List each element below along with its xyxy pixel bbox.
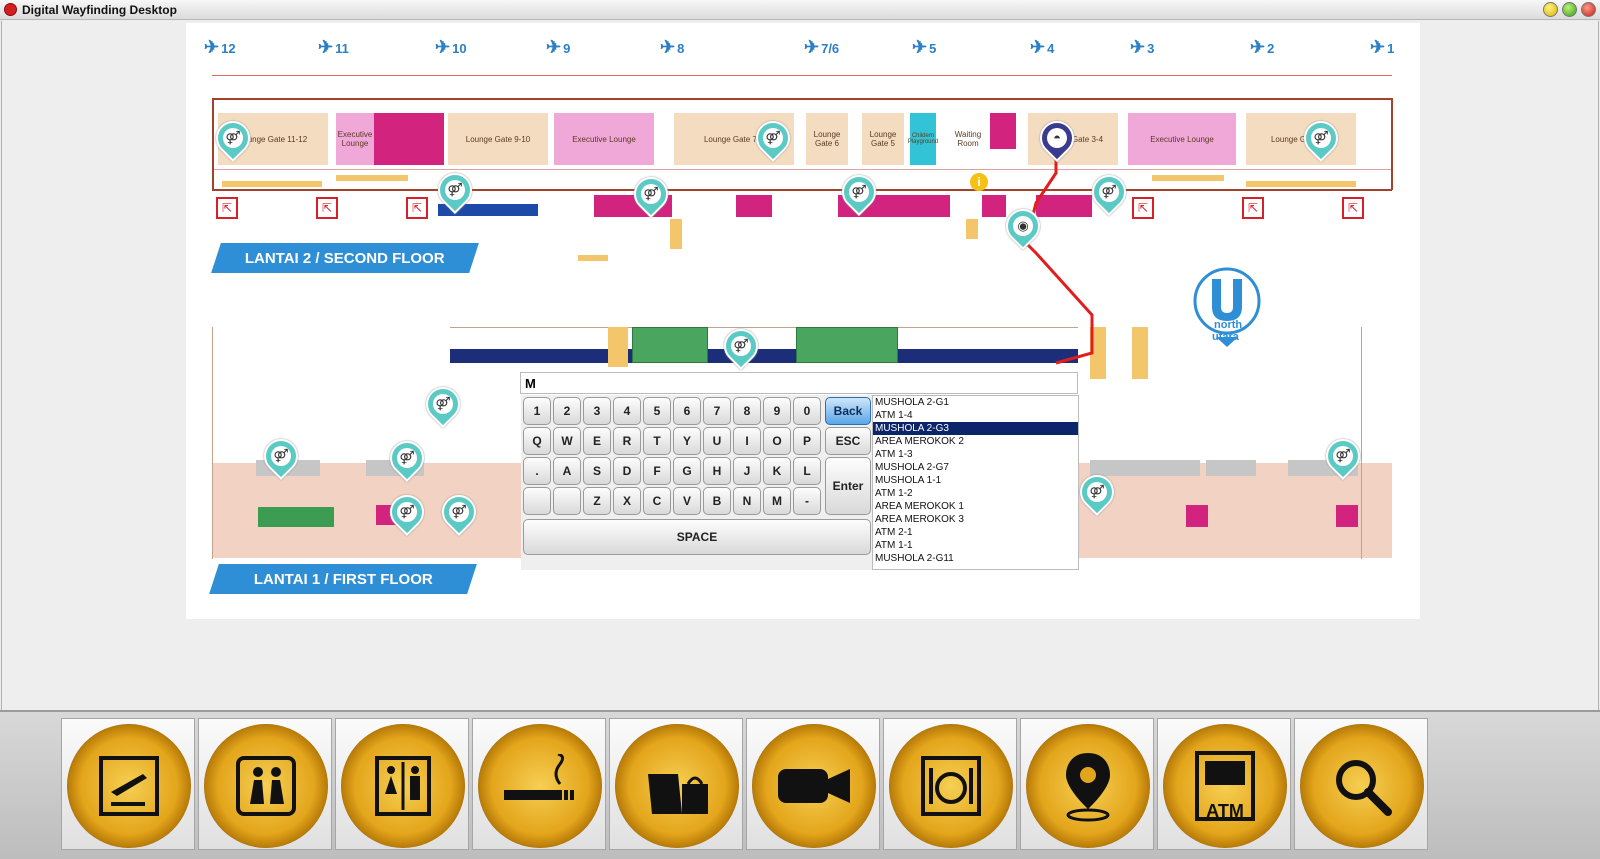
prayer-room-icon (204, 724, 328, 848)
back-key[interactable]: Back (825, 397, 871, 425)
list-item[interactable]: ATM 2-1 (873, 526, 1078, 539)
key[interactable]: 4 (613, 397, 641, 425)
key[interactable]: T (643, 427, 671, 455)
key[interactable]: P (793, 427, 821, 455)
key[interactable]: 2 (553, 397, 581, 425)
cctv-button[interactable] (746, 718, 880, 850)
key[interactable]: X (613, 487, 641, 515)
enter-key[interactable]: Enter (825, 457, 871, 515)
key[interactable]: U (703, 427, 731, 455)
key[interactable]: Q (523, 427, 551, 455)
list-item[interactable]: MUSHOLA 2-G7 (873, 461, 1078, 474)
shopping-icon (615, 724, 739, 848)
key[interactable]: 0 (793, 397, 821, 425)
key[interactable]: G (673, 457, 701, 485)
info-icon[interactable]: i (970, 173, 988, 191)
list-item[interactable]: ATM 1-4 (873, 409, 1078, 422)
list-item[interactable]: MUSHOLA 1-1 (873, 474, 1078, 487)
prayer-room-button[interactable] (198, 718, 332, 850)
list-item[interactable]: MUSHOLA 2-G11 (873, 552, 1078, 565)
close-button[interactable] (1581, 2, 1596, 17)
location-pin-icon (1026, 724, 1150, 848)
list-item[interactable]: AREA MEROKOK 2 (873, 435, 1078, 448)
logo-text: north (1214, 319, 1243, 331)
shopping-button[interactable] (609, 718, 743, 850)
key[interactable]: Y (673, 427, 701, 455)
key[interactable]: 9 (763, 397, 791, 425)
restaurant-button[interactable] (883, 718, 1017, 850)
title-bar: Digital Wayfinding Desktop (0, 0, 1600, 20)
smoking-area-button[interactable] (472, 718, 606, 850)
key[interactable]: A (553, 457, 581, 485)
key[interactable]: E (583, 427, 611, 455)
key[interactable]: I (733, 427, 761, 455)
key[interactable]: V (673, 487, 701, 515)
search-button[interactable] (1294, 718, 1428, 850)
search-icon (1300, 724, 1424, 848)
list-item[interactable]: ATM 1-2 (873, 487, 1078, 500)
key[interactable]: K (763, 457, 791, 485)
logo-text: utara (1212, 331, 1239, 343)
list-item[interactable]: MUSHOLA 2-G1 (873, 396, 1078, 409)
minimize-button[interactable] (1543, 2, 1558, 17)
cctv-icon (752, 724, 876, 848)
suggestion-list[interactable]: MUSHOLA 2-G1 ATM 1-4 MUSHOLA 2-G3 AREA M… (872, 395, 1079, 570)
key[interactable] (523, 487, 551, 515)
key[interactable]: . (523, 457, 551, 485)
restroom-button[interactable] (335, 718, 469, 850)
esc-key[interactable]: ESC (825, 427, 871, 455)
restroom-icon (341, 724, 465, 848)
key[interactable]: N (733, 487, 761, 515)
key[interactable]: C (643, 487, 671, 515)
key[interactable]: W (553, 427, 581, 455)
key[interactable]: 8 (733, 397, 761, 425)
key[interactable]: J (733, 457, 761, 485)
key[interactable]: L (793, 457, 821, 485)
key[interactable]: D (613, 457, 641, 485)
key[interactable]: H (703, 457, 731, 485)
list-item[interactable]: AREA MEROKOK 1 (873, 500, 1078, 513)
atm-button[interactable]: ATM (1157, 718, 1291, 850)
key[interactable]: F (643, 457, 671, 485)
list-item[interactable]: AREA MEROKOK 3 (873, 513, 1078, 526)
key[interactable]: 3 (583, 397, 611, 425)
space-key[interactable]: SPACE (523, 519, 871, 555)
window-title: Digital Wayfinding Desktop (22, 3, 177, 17)
key[interactable]: S (583, 457, 611, 485)
category-toolbar: ATM (0, 710, 1600, 859)
key[interactable]: B (703, 487, 731, 515)
key[interactable]: 1 (523, 397, 551, 425)
key[interactable]: 6 (673, 397, 701, 425)
key[interactable] (553, 487, 581, 515)
departure-icon (67, 724, 191, 848)
departure-button[interactable] (61, 718, 195, 850)
smoking-area-icon (478, 724, 602, 848)
key[interactable]: 7 (703, 397, 731, 425)
restaurant-icon (889, 724, 1013, 848)
key[interactable]: Z (583, 487, 611, 515)
key[interactable]: R (613, 427, 641, 455)
key[interactable]: - (793, 487, 821, 515)
list-item[interactable]: ATM 1-3 (873, 448, 1078, 461)
atm-icon (1163, 724, 1287, 848)
location-button[interactable] (1020, 718, 1154, 850)
key[interactable]: 5 (643, 397, 671, 425)
app-icon (4, 3, 17, 16)
list-item[interactable]: ATM 1-1 (873, 539, 1078, 552)
search-input[interactable]: M (520, 372, 1078, 394)
key[interactable]: M (763, 487, 791, 515)
atm-label: ATM (1206, 801, 1244, 821)
on-screen-keyboard: 1 2 3 4 5 6 7 8 9 0 Back Q W E R T Y U I… (521, 395, 873, 570)
key[interactable]: O (763, 427, 791, 455)
list-item-selected[interactable]: MUSHOLA 2-G3 (873, 422, 1078, 435)
maximize-button[interactable] (1562, 2, 1577, 17)
